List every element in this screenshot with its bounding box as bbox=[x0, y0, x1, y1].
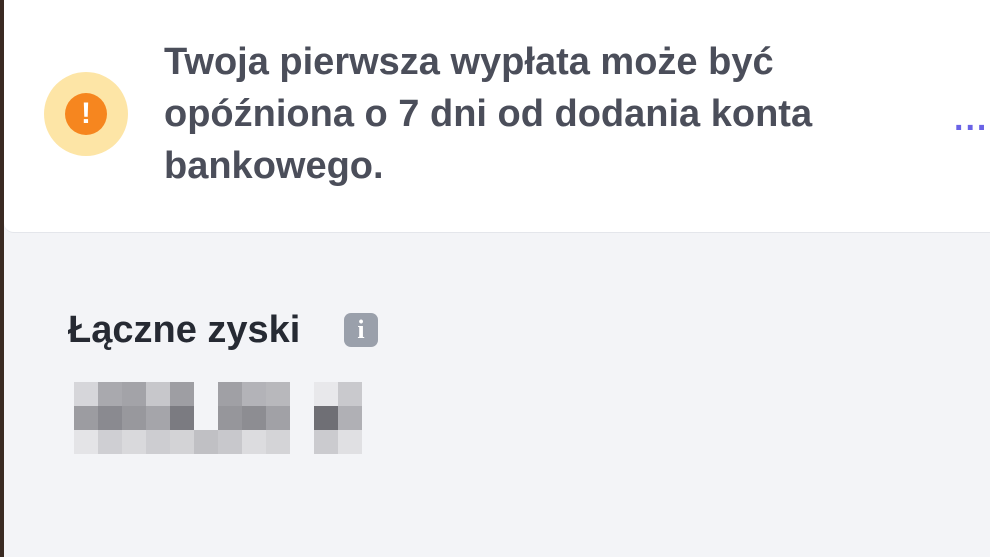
more-options-button[interactable]: ... bbox=[954, 102, 990, 144]
exclamation-icon: ! bbox=[65, 93, 107, 135]
app-screen: ! Twoja pierwsza wypłata może być opóźni… bbox=[4, 0, 990, 557]
warning-badge: ! bbox=[44, 72, 128, 156]
payout-delay-notice: ! Twoja pierwsza wypłata może być opóźni… bbox=[4, 0, 990, 233]
notice-message: Twoja pierwsza wypłata może być opóźnion… bbox=[164, 41, 813, 187]
total-earnings-label: Łączne zyski bbox=[68, 309, 301, 351]
total-earnings-value-redacted bbox=[74, 382, 366, 456]
info-icon[interactable]: i bbox=[344, 313, 378, 347]
